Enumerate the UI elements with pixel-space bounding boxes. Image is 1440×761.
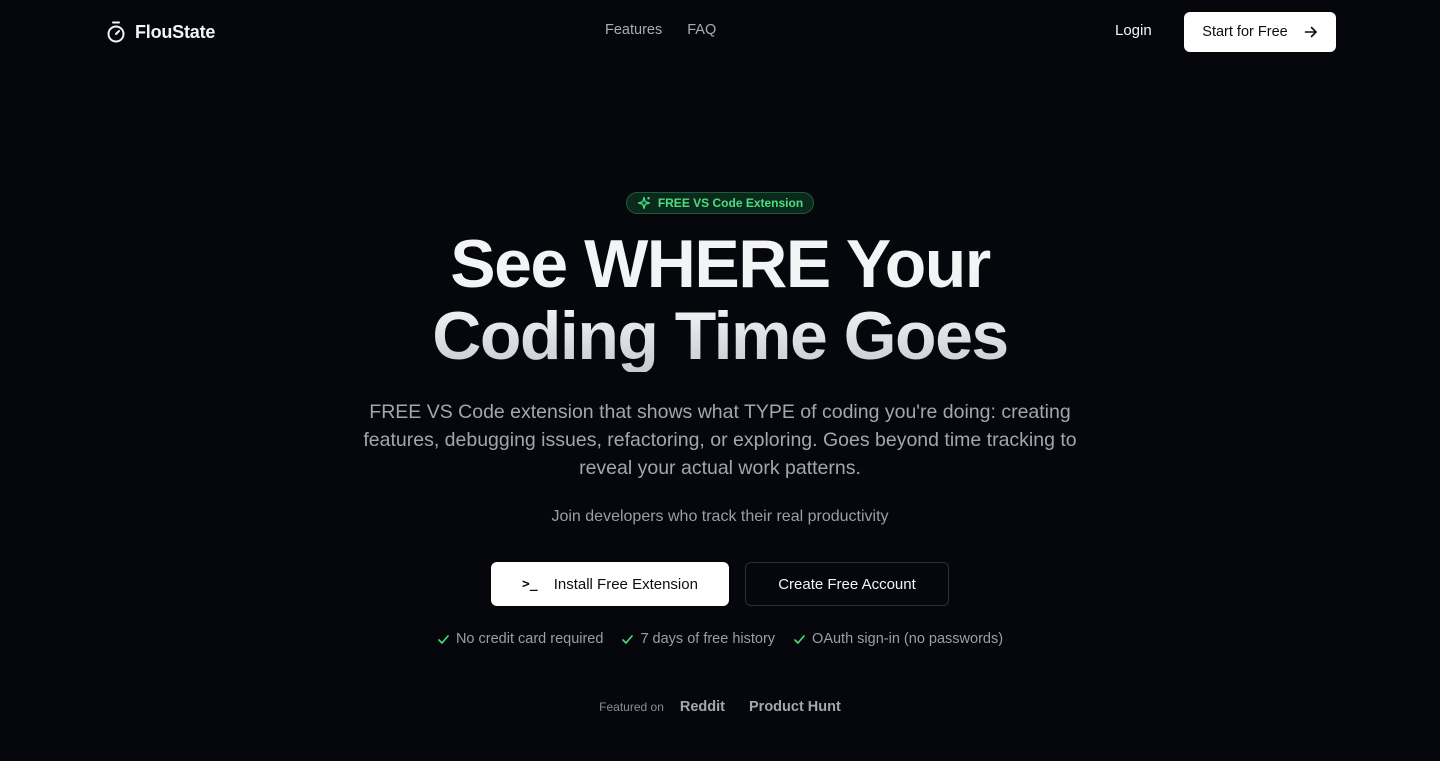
badge-text: FREE VS Code Extension <box>657 196 804 210</box>
create-button-label: Create Free Account <box>778 575 916 593</box>
benefit-label: OAuth sign-in (no passwords) <box>812 631 1004 647</box>
brand-logo[interactable]: FlouState <box>106 20 215 44</box>
check-icon <box>622 634 634 644</box>
featured-link-product-hunt[interactable]: Product Hunt <box>749 699 841 715</box>
start-for-free-button[interactable]: Start for Free <box>1184 12 1336 52</box>
benefit-list: No credit card required 7 days of free h… <box>0 631 1440 647</box>
main-nav: Features FAQ <box>605 22 716 38</box>
benefit-item: OAuth sign-in (no passwords) <box>793 631 1003 647</box>
create-account-button[interactable]: Create Free Account <box>745 562 949 606</box>
featured-link-reddit[interactable]: Reddit <box>680 699 725 715</box>
hero-headline: See WHERE Your Coding Time Goes <box>0 228 1440 372</box>
check-icon <box>438 634 449 644</box>
benefit-label: 7 days of free history <box>640 631 776 647</box>
benefit-item: No credit card required <box>437 631 604 647</box>
install-extension-button[interactable]: >_ Install Free Extension <box>491 562 729 606</box>
featured-label: Featured on <box>599 700 664 714</box>
start-button-label: Start for Free <box>1202 24 1288 40</box>
nav-link-features[interactable]: Features <box>605 22 662 38</box>
login-link[interactable]: Login <box>1115 22 1152 39</box>
headline-line-1: See WHERE Your <box>450 226 990 302</box>
nav-link-faq[interactable]: FAQ <box>687 22 716 38</box>
hero-subtitle: FREE VS Code extension that shows what T… <box>363 401 1077 479</box>
landing-page: FlouState Features FAQ Login Start for F… <box>0 0 1440 761</box>
join-text: Join developers who track their real pro… <box>551 508 889 525</box>
extension-badge: FREE VS Code Extension <box>626 192 814 214</box>
check-icon <box>794 634 805 644</box>
site-header: FlouState Features FAQ Login Start for F… <box>0 0 1440 64</box>
brand-name: FlouState <box>135 21 216 42</box>
install-button-label: Install Free Extension <box>553 575 698 593</box>
terminal-icon: >_ <box>522 576 538 592</box>
featured-on: Featured on Reddit Product Hunt <box>0 699 1440 715</box>
headline-line-2: Coding Time Goes <box>432 298 1008 374</box>
stopwatch-icon <box>107 21 125 43</box>
arrow-right-icon <box>1304 26 1317 38</box>
benefit-label: No credit card required <box>455 631 604 647</box>
sparkles-icon <box>637 196 650 210</box>
benefit-item: 7 days of free history <box>621 631 775 647</box>
